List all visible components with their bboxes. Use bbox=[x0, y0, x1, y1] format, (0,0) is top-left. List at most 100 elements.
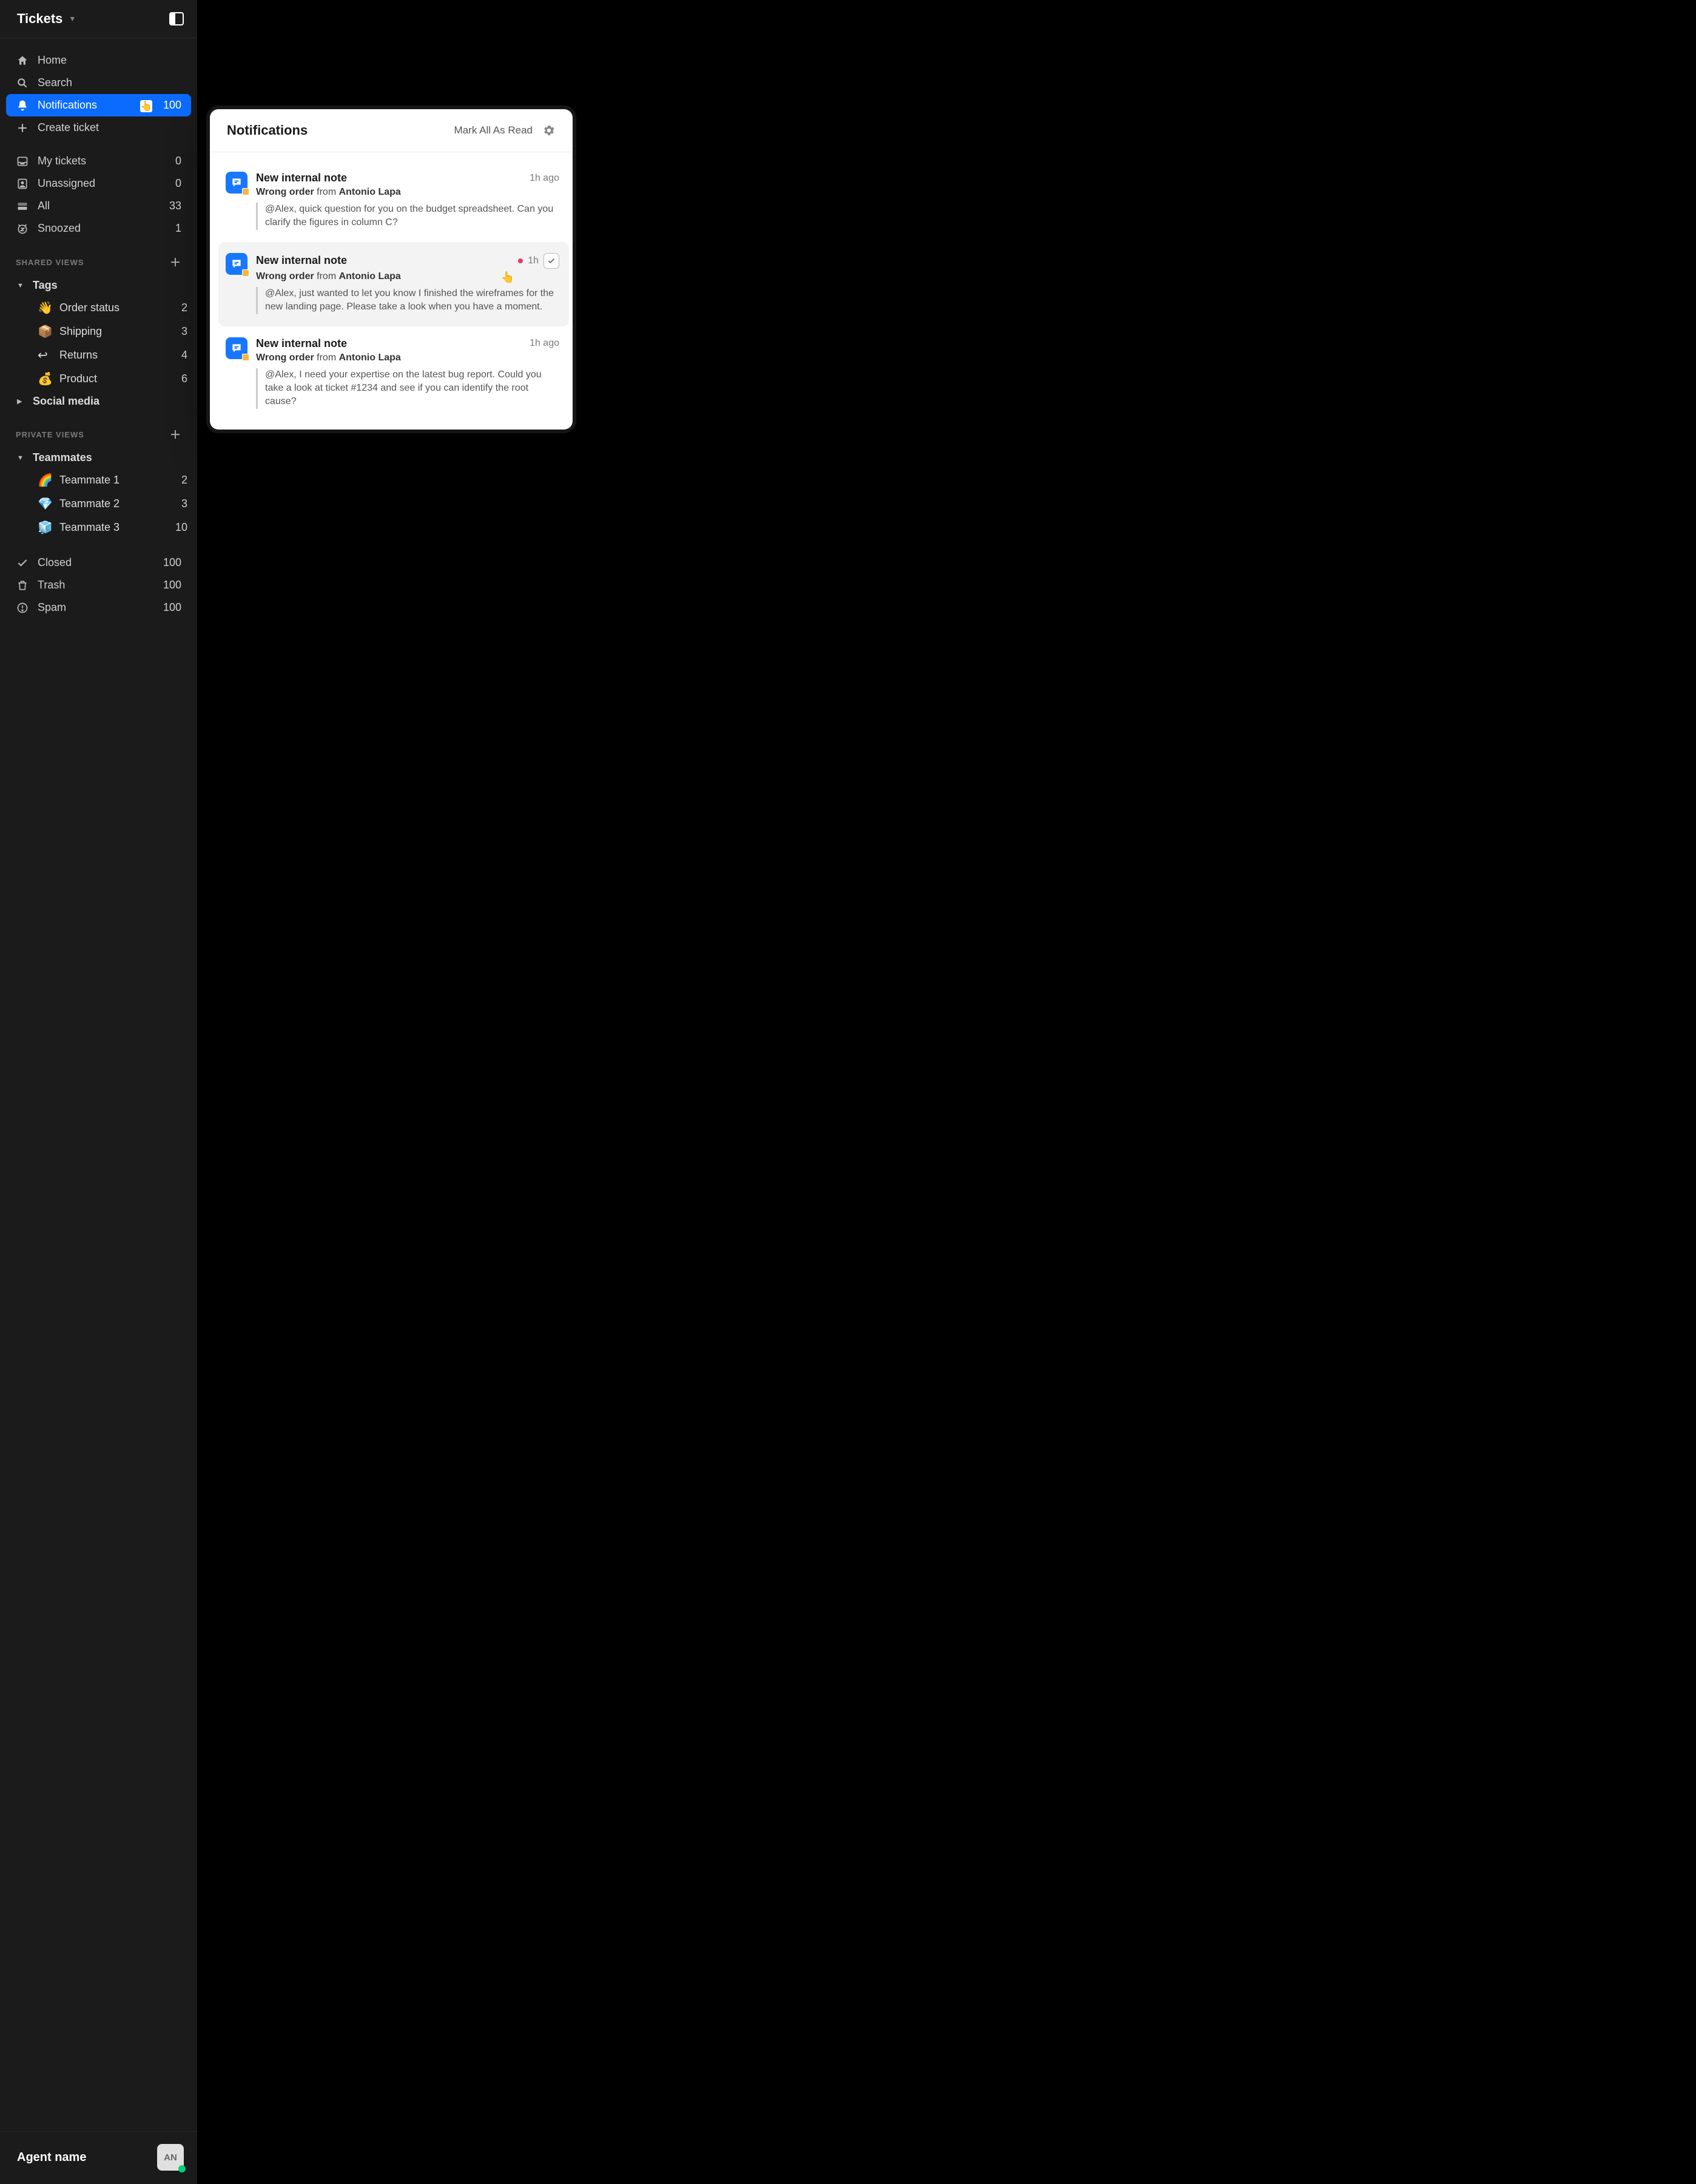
search-icon bbox=[16, 77, 29, 89]
notification-body: @Alex, quick question for you on the bud… bbox=[256, 203, 559, 230]
tree-item-count: 4 bbox=[181, 349, 187, 362]
chevron-down-icon: ▼ bbox=[17, 454, 27, 462]
panel-title: Notifications bbox=[227, 123, 445, 138]
list-snoozed[interactable]: Snoozed1 bbox=[6, 217, 191, 240]
agent-name[interactable]: Agent name bbox=[17, 2151, 86, 2165]
emoji-icon: 👋 bbox=[38, 300, 53, 315]
tree-group-tags[interactable]: ▼ Tags bbox=[0, 275, 197, 296]
tree-item-shipping[interactable]: 📦Shipping3 bbox=[0, 320, 197, 343]
tree-item-count: 2 bbox=[181, 474, 187, 487]
emoji-icon: 🌈 bbox=[38, 473, 53, 488]
chat-icon bbox=[226, 337, 247, 359]
unread-dot-icon bbox=[518, 258, 523, 263]
sidebar-footer: Agent name AN bbox=[0, 2131, 197, 2184]
nav-label: Notifications bbox=[38, 99, 97, 112]
settings-gear-icon[interactable] bbox=[542, 124, 556, 137]
agent-avatar[interactable]: AN bbox=[157, 2144, 184, 2171]
tree-item-returns[interactable]: ↩Returns4 bbox=[0, 343, 197, 367]
tree-item-order-status[interactable]: 👋Order status2 bbox=[0, 296, 197, 320]
shared-views-header: SHARED VIEWS ＋ bbox=[0, 240, 197, 275]
tree-item-label: Shipping bbox=[59, 325, 102, 338]
sidebar-header: Tickets ▼ bbox=[0, 0, 197, 38]
tray-icon bbox=[16, 200, 29, 212]
nav-label: My tickets bbox=[38, 155, 86, 167]
panel-toggle-icon[interactable] bbox=[169, 12, 184, 25]
tree-item-label: Teammate 1 bbox=[59, 474, 119, 487]
panel-header: Notifications Mark All As Read bbox=[210, 109, 573, 152]
nav-label: Trash bbox=[38, 579, 65, 592]
notifications-list: New internal note 1h ago Wrong order from … bbox=[210, 152, 573, 430]
nav-notifications[interactable]: Notifications 100 👆 bbox=[6, 94, 191, 116]
check-icon bbox=[16, 557, 29, 569]
footer-closed[interactable]: Closed 100 bbox=[6, 551, 191, 574]
tree-item-label: Returns bbox=[59, 349, 98, 362]
cursor-icon: 👆 bbox=[140, 100, 152, 112]
nav-label: Unassigned bbox=[38, 177, 95, 190]
tree-item-teammate-2[interactable]: 💎Teammate 23 bbox=[0, 492, 197, 516]
list-all[interactable]: All33 bbox=[6, 195, 191, 217]
cursor-icon: 👆 bbox=[501, 271, 514, 284]
tree-group-label: Tags bbox=[33, 279, 58, 292]
chevron-right-icon: ▶ bbox=[17, 397, 27, 405]
inbox-icon bbox=[16, 155, 29, 167]
tree-group-label: Teammates bbox=[33, 451, 92, 464]
user-badge-icon bbox=[16, 178, 29, 190]
list-unassigned[interactable]: Unassigned 0 bbox=[6, 172, 191, 195]
private-views-label: PRIVATE VIEWS bbox=[16, 430, 84, 439]
notification-time: 1h bbox=[528, 255, 539, 266]
nav-count: 0 bbox=[175, 155, 181, 167]
emoji-icon: 💰 bbox=[38, 371, 53, 386]
chat-icon bbox=[226, 172, 247, 194]
tree-item-label: Product bbox=[59, 372, 97, 385]
tree-item-count: 3 bbox=[181, 497, 187, 510]
tree-item-teammate-3[interactable]: 🧊Teammate 310 bbox=[0, 516, 197, 539]
nav-count: 100 bbox=[163, 579, 181, 592]
notification-title: New internal note bbox=[256, 254, 347, 267]
notification-item[interactable]: New internal note1h agoWrong order from … bbox=[218, 161, 569, 242]
emoji-icon: 📦 bbox=[38, 324, 53, 339]
nav-label: Create ticket bbox=[38, 121, 99, 134]
nav-create-ticket[interactable]: Create ticket bbox=[6, 116, 191, 139]
notification-title: New internal note bbox=[256, 172, 347, 184]
tree-item-count: 6 bbox=[181, 372, 187, 385]
main-area: Notifications Mark All As Read New inter… bbox=[198, 0, 1696, 2184]
nav-count: 100 bbox=[163, 556, 181, 569]
notification-title: New internal note bbox=[256, 337, 347, 350]
notification-body: @Alex, just wanted to let you know I fin… bbox=[256, 287, 559, 314]
workspace-switcher[interactable]: Tickets ▼ bbox=[17, 11, 76, 27]
tree-item-product[interactable]: 💰 Product 6 bbox=[0, 367, 197, 391]
shared-views-label: SHARED VIEWS bbox=[16, 258, 84, 267]
workspace-title: Tickets bbox=[17, 11, 62, 27]
nav-search[interactable]: Search bbox=[6, 72, 191, 94]
tree-group-teammates[interactable]: ▼ Teammates bbox=[0, 447, 197, 468]
private-views-header: PRIVATE VIEWS ＋ bbox=[0, 412, 197, 447]
bell-icon bbox=[16, 99, 29, 112]
nav-label: All bbox=[38, 200, 50, 212]
footer-spam[interactable]: Spam100 bbox=[6, 596, 191, 619]
sidebar: Tickets ▼ HomeSearch Notifications 100 👆 Cre… bbox=[0, 0, 198, 2184]
nav-home[interactable]: Home bbox=[6, 49, 191, 72]
nav-count: 100 bbox=[163, 99, 181, 112]
nav-label: Closed bbox=[38, 556, 72, 569]
tree-item-teammate-1[interactable]: 🌈 Teammate 1 2 bbox=[0, 468, 197, 492]
tree-item-label: Teammate 2 bbox=[59, 497, 119, 510]
mark-read-button[interactable] bbox=[543, 253, 559, 269]
chevron-down-icon: ▼ bbox=[17, 282, 27, 289]
plus-icon bbox=[16, 122, 29, 134]
mark-all-read-button[interactable]: Mark All As Read bbox=[454, 124, 533, 136]
list-my-tickets[interactable]: My tickets 0 bbox=[6, 150, 191, 172]
add-shared-view-button[interactable]: ＋ bbox=[170, 254, 181, 270]
agent-initials: AN bbox=[164, 2152, 177, 2163]
notification-time: 1h ago bbox=[530, 338, 559, 349]
tree-group-social-media[interactable]: ▶Social media bbox=[0, 391, 197, 412]
notification-item[interactable]: New internal note 1h ago Wrong order from … bbox=[218, 326, 569, 421]
tree-item-label: Teammate 3 bbox=[59, 521, 119, 534]
tree-item-label: Order status bbox=[59, 302, 119, 314]
notification-item[interactable]: New internal note1hWrong order from Anto… bbox=[218, 242, 569, 326]
add-private-view-button[interactable]: ＋ bbox=[170, 426, 181, 442]
notification-meta: Wrong order from Antonio Lapa bbox=[256, 352, 559, 363]
alert-icon bbox=[16, 602, 29, 614]
footer-trash[interactable]: Trash 100 bbox=[6, 574, 191, 596]
notification-time: 1h ago bbox=[530, 173, 559, 184]
nav-count: 0 bbox=[175, 177, 181, 190]
